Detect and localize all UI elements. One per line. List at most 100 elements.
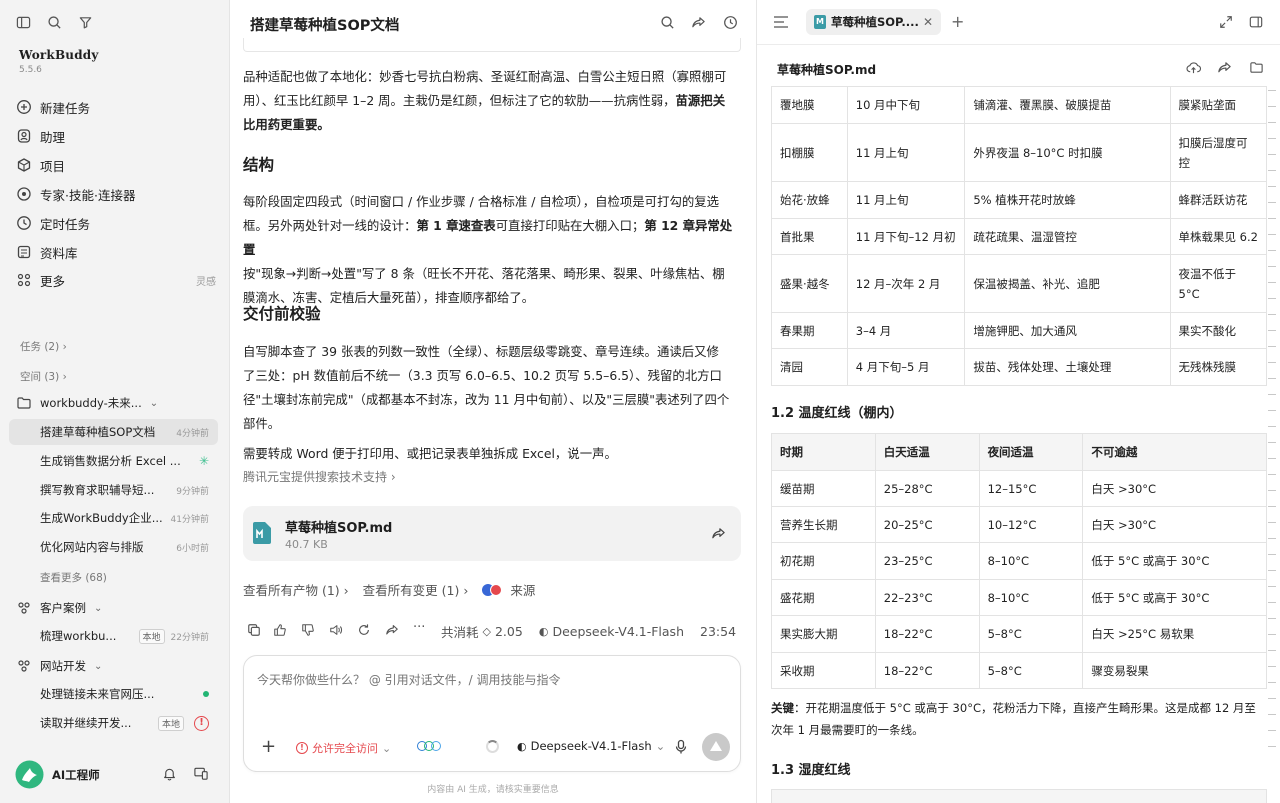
devices-icon[interactable] [193, 766, 209, 781]
more-dots-icon[interactable]: ··· [413, 620, 425, 635]
search-icon[interactable] [47, 15, 62, 30]
source-link[interactable]: 来源 [482, 580, 535, 599]
artifact-links: 查看所有产物 (1) › 查看所有变更 (1) › 来源 [243, 580, 535, 599]
schedule-table: 覆地膜 10 月中下旬 铺滴灌、覆黑膜、破膜提苗 膜紧贴垄面 扣棚膜 11 月上旬 外界夜… [771, 86, 1268, 386]
model-select-label: Deepseek-V4.1-Flash [530, 739, 652, 753]
folder-icon [16, 395, 32, 411]
chat-input[interactable] [257, 670, 727, 690]
space-workbuddy[interactable]: workbuddy-未来... ⌄ [16, 392, 216, 414]
microphone-icon[interactable] [674, 739, 688, 755]
minimap-scrollbar[interactable] [1268, 90, 1276, 750]
nav-scheduled[interactable]: 定时任务 [16, 212, 216, 234]
clock-icon [16, 215, 32, 231]
thumbs-down-icon[interactable] [301, 623, 315, 637]
task-item[interactable]: 优化网站内容与排版 6小时前 [9, 534, 218, 560]
send-button[interactable] [702, 733, 730, 761]
table-cell: 23–25°C [874, 542, 980, 580]
document-filename: 草莓种植SOP.md [777, 63, 877, 77]
tools-icon[interactable] [417, 738, 441, 754]
spaces-group-header[interactable]: 空间 (3) › [20, 369, 67, 384]
share-icon[interactable] [385, 623, 399, 637]
view-changes-link[interactable]: 查看所有变更 (1) › [363, 580, 469, 599]
tab-label: 草莓种植SOP.... [831, 15, 918, 29]
table-row: 盛果·越冬 12 月–次年 2 月保温被揭盖、补光、追肥 夜温不低于 5°C [771, 254, 1268, 313]
chevron-down-icon: ⌄ [149, 397, 159, 409]
arrow-up-icon [710, 741, 722, 751]
space-name: 网站开发 [40, 659, 86, 673]
view-more-label: 查看更多 (68) [40, 571, 107, 584]
share-icon[interactable] [1217, 60, 1232, 75]
task-item-active[interactable]: 搭建草莓种植SOP文档 4分钟前 [9, 419, 218, 445]
avatar[interactable] [15, 760, 44, 789]
message-meta: 共消耗 ◇ 2.05 ◐ Deepseek-V4.1-Flash 23:54 [441, 622, 736, 641]
table-cell: 夜温不低于 5°C [1169, 254, 1268, 313]
table-cell: 保温被揭盖、补光、追肥 [964, 254, 1171, 313]
table-cell: 4 月下旬–5 月 [846, 348, 966, 386]
chevron-down-icon: ⌄ [94, 602, 103, 614]
space-website-dev[interactable]: 网站开发 ⌄ [16, 655, 216, 677]
table-cell: 12–15°C [978, 470, 1084, 507]
nav-library[interactable]: 资料库 [16, 241, 216, 263]
view-more-link[interactable]: 查看更多 (68) [9, 564, 218, 590]
access-mode-select[interactable]: ! 允许完全访问 ⌄ [296, 740, 391, 756]
panel-layout-icon[interactable] [1249, 15, 1263, 29]
refresh-icon[interactable] [357, 623, 371, 637]
filter-icon[interactable] [78, 15, 93, 30]
speaker-icon[interactable] [329, 623, 343, 637]
task-title: 生成销售数据分析 Excel ... [40, 454, 181, 468]
tasks-group-header[interactable]: 任务 (2) › [20, 339, 67, 354]
table-cell: 采收期 [771, 652, 876, 689]
task-item[interactable]: 撰写教育求职辅导短... 9分钟前 [9, 477, 218, 503]
task-item[interactable]: 处理链接未来官网压... [9, 681, 218, 707]
web-dev-icon [16, 658, 32, 674]
new-tab-icon[interactable]: + [951, 12, 964, 31]
search-credit-link[interactable]: 腾讯元宝提供搜索技术支持 › [243, 468, 396, 485]
nav-label: 助理 [40, 129, 66, 145]
add-attachment-icon[interactable]: + [261, 738, 276, 756]
copy-icon[interactable] [247, 623, 261, 637]
table-row: 果实膨大期 18–22°C 5–8°C 白天 >25°C 易软果 [771, 615, 1267, 653]
table-cell: 8–10°C [978, 579, 1084, 616]
menu-icon[interactable] [773, 15, 789, 29]
task-item[interactable]: 生成销售数据分析 Excel ... ✳ [9, 448, 218, 474]
column-header: 时期 [771, 433, 876, 471]
thumbs-up-icon[interactable] [273, 623, 287, 637]
ai-disclaimer: 内容由 AI 生成，请核实重要信息 [427, 785, 559, 795]
task-title: 梳理workbu... [40, 629, 117, 643]
tab-document[interactable]: M 草莓种植SOP.... ✕ [806, 9, 941, 35]
model-select[interactable]: ◐ Deepseek-V4.1-Flash ⌄ [517, 739, 665, 753]
history-icon[interactable] [723, 15, 738, 30]
view-artifacts-link[interactable]: 查看所有产物 (1) › [243, 580, 349, 599]
search-icon[interactable] [660, 15, 675, 30]
table-row: 初花期 23–25°C 8–10°C 低于 5°C 或高于 30°C [771, 542, 1267, 580]
share-icon[interactable] [691, 15, 706, 30]
expand-icon[interactable] [1219, 15, 1233, 29]
space-customer-cases[interactable]: 客户案例 ⌄ [16, 597, 216, 619]
folder-icon[interactable] [1249, 60, 1264, 75]
nav-experts[interactable]: 专家·技能·连接器 [16, 183, 216, 205]
chevron-right-icon: › [62, 341, 67, 353]
text-line: 用）、红玉比红颜早 1–2 周。主栽仍是红颜，但标注了它的软肋——抗病性弱， [243, 93, 676, 108]
space-name: workbuddy-未来... [40, 396, 142, 410]
previous-table-edge [243, 38, 741, 52]
close-icon[interactable]: ✕ [923, 15, 933, 29]
task-item[interactable]: 梳理workbu... 本地 22分钟前 [9, 623, 218, 649]
nav-new-task[interactable]: 新建任务 [16, 96, 216, 118]
nav-assistant[interactable]: 助理 [16, 125, 216, 147]
nav-project[interactable]: 项目 [16, 154, 216, 176]
bell-icon[interactable] [162, 766, 177, 781]
nav-more[interactable]: 更多 灵感 [16, 269, 216, 291]
task-title: 撰写教育求职辅导短... [40, 483, 155, 497]
section-heading: 交付前校验 [243, 305, 321, 323]
table-cell: 骤变易裂果 [1082, 652, 1267, 689]
chevron-right-icon: › [343, 583, 349, 598]
upload-cloud-icon[interactable] [1186, 60, 1201, 75]
file-card[interactable]: 草莓种植SOP.md 40.7 KB [243, 506, 741, 561]
app-name: WorkBuddy [19, 48, 99, 62]
sidebar-toggle-icon[interactable] [16, 15, 31, 30]
task-item[interactable]: 读取并继续开发... 本地 ! [9, 710, 218, 736]
section-heading: 1.2 温度红线（棚内） [771, 406, 903, 421]
share-icon[interactable] [711, 526, 726, 541]
text-line: 自写脚本查了 39 张表的列数一致性（全绿）、标题层级零跳变、章号连续。通读后又… [243, 344, 719, 359]
task-item[interactable]: 生成WorkBuddy企业... 41分钟前 [9, 505, 218, 531]
